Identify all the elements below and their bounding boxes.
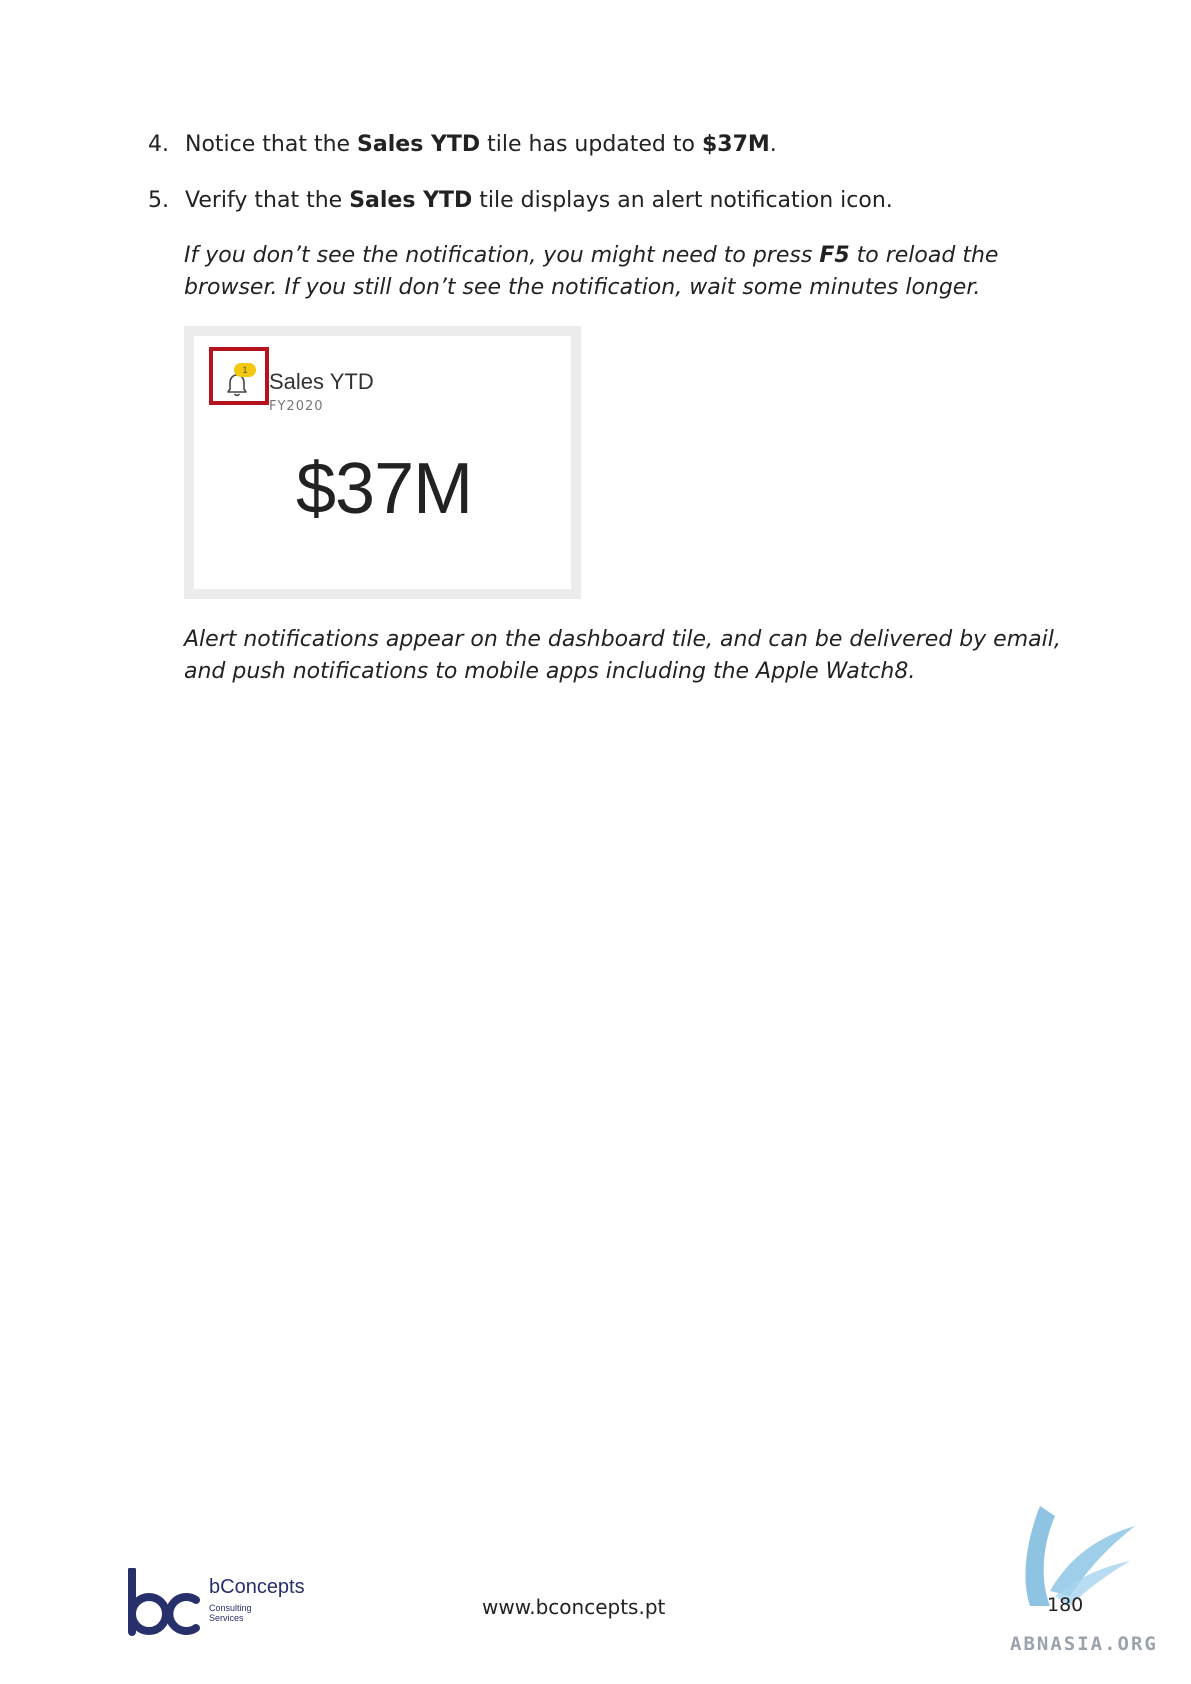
logo-name: bConcepts — [209, 1576, 305, 1598]
step-text: Verify that the — [185, 188, 350, 213]
step-bold-tile-name: Sales YTD — [349, 188, 473, 213]
step-5: 5. Verify that the Sales YTD tile display… — [148, 186, 893, 216]
watermark-text: ABNASIA.ORG — [1010, 1633, 1158, 1655]
page-number: 180 — [1047, 1594, 1084, 1616]
footer-website: www.bconcepts.pt — [482, 1595, 666, 1619]
note-key: F5 — [819, 243, 850, 268]
note-refresh: If you don’t see the notification, you m… — [184, 240, 1064, 304]
bc-logo-mark — [128, 1568, 200, 1636]
bconcepts-logo: bConcepts Consulting Services — [126, 1568, 326, 1638]
step-number: 5. — [148, 188, 169, 213]
alert-count-badge: 1 — [234, 363, 256, 377]
tile-subtitle: FY2020 — [269, 399, 324, 414]
logo-tagline: Services — [209, 1613, 244, 1623]
tile-value: $37M — [296, 449, 473, 529]
tile-screenshot: 1 Sales YTD FY2020 $37M — [184, 326, 581, 599]
step-bold-tile-name: Sales YTD — [357, 132, 481, 157]
dashboard-tile: 1 Sales YTD FY2020 $37M — [194, 336, 571, 589]
step-bold-value: $37M — [701, 132, 770, 157]
note-text: If you don’t see the notification, you m… — [184, 243, 820, 268]
tile-title: Sales YTD — [269, 369, 374, 394]
step-number: 4. — [148, 132, 169, 157]
step-text: Notice that the — [185, 132, 358, 157]
step-4: 4. Notice that the Sales YTD tile has upd… — [148, 130, 777, 160]
step-text: tile displays an alert notification icon… — [472, 188, 893, 213]
step-text: tile has updated to — [480, 132, 702, 157]
logo-tagline: Consulting — [209, 1603, 252, 1613]
note-alert-delivery: Alert notifications appear on the dashbo… — [184, 627, 1061, 684]
step-text: . — [769, 132, 777, 157]
